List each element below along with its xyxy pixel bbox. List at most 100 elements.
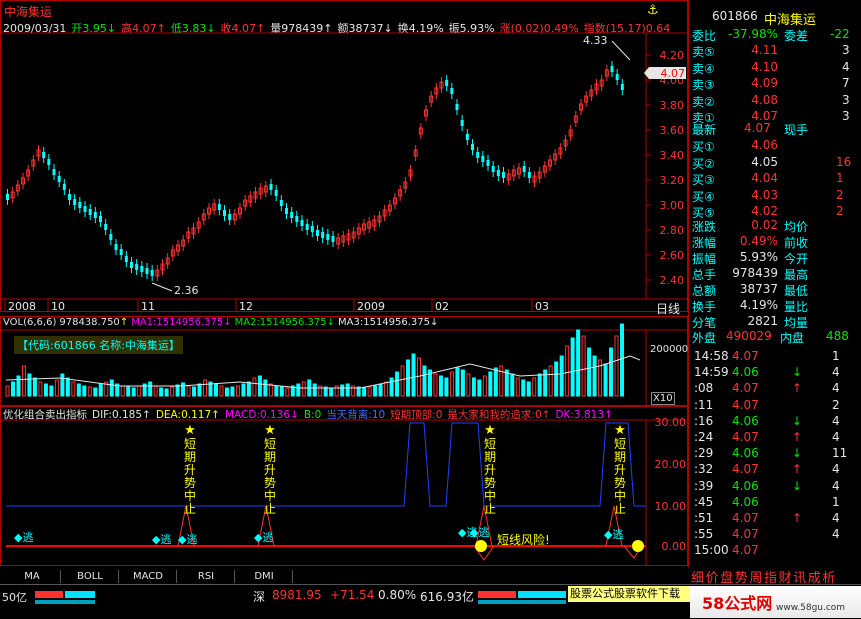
status-index-pct: 0.80%	[378, 588, 417, 602]
tab-boll[interactable]: BOLL	[62, 570, 119, 583]
tick-time: :16	[694, 413, 714, 428]
volume-bar	[395, 371, 400, 397]
indicator-frame	[0, 406, 688, 566]
rp-weicha-label: 委差	[784, 29, 809, 43]
candle-body	[57, 176, 61, 182]
candle-body	[491, 166, 495, 172]
volume-bar	[241, 383, 246, 397]
candle-body	[93, 212, 97, 218]
volume-bar	[285, 387, 290, 397]
signal-text: 期	[184, 450, 196, 464]
volume-bar	[554, 361, 559, 397]
volume-bar	[532, 377, 537, 397]
candle-body	[476, 152, 480, 158]
tick-price: 4.07	[732, 381, 759, 396]
tick-row: 14:59 4.06 ↓ 4	[692, 365, 858, 381]
volume-bar	[301, 381, 306, 397]
ad-banner[interactable]: 股票公式股票软件下载	[568, 586, 690, 602]
candle-body	[274, 190, 278, 196]
buy-volume: 1	[836, 171, 844, 185]
candle-body	[471, 144, 474, 150]
stat-right-label: 最低	[784, 284, 809, 298]
tick-time: 14:58	[694, 349, 729, 363]
volume-bar	[192, 386, 197, 397]
tick-volume: 1	[832, 494, 840, 509]
tick-arrow: ↓	[792, 478, 803, 493]
status-turnover: 616.93亿	[420, 590, 474, 604]
volume-bar	[38, 381, 43, 397]
stat-right-label: 今开	[784, 252, 809, 266]
sell-volume: 4	[842, 59, 850, 74]
candle-body	[119, 249, 123, 255]
tab-macd[interactable]: MACD	[120, 570, 177, 583]
date-axis-label: 12	[239, 300, 253, 312]
indicator-chart[interactable]: 30.0020.0010.000.00★短期升势中止★短期升势中止★短期升势中止…	[0, 406, 688, 566]
volume-bar	[592, 355, 597, 397]
period-label[interactable]: 日线	[656, 300, 680, 317]
tab-rsi[interactable]: RSI	[178, 570, 235, 583]
volume-bar	[460, 369, 465, 397]
kline-chart[interactable]: 4.204.003.803.603.403.203.002.802.602.40…	[0, 0, 688, 312]
status-red-gauge	[35, 591, 63, 598]
low-label: 2.36	[174, 284, 199, 297]
buy-row: 买④ 4.03 2	[692, 188, 858, 204]
volume-bar	[417, 357, 422, 397]
kline-frame	[0, 0, 688, 312]
tick-price: 4.07	[732, 349, 759, 363]
high-label: 4.33	[583, 34, 608, 47]
escape-marker: ◆逃	[604, 528, 623, 541]
tick-time: :45	[694, 494, 714, 509]
volume-chart[interactable]	[0, 316, 688, 406]
signal-star: ★	[184, 423, 196, 438]
sell-price: 4.08	[751, 92, 778, 107]
stat-value: 978439	[732, 266, 778, 280]
price-axis-label: 3.00	[660, 199, 685, 212]
volume-bar	[378, 383, 383, 397]
volume-bar	[603, 363, 608, 397]
sell-volume: 7	[842, 76, 850, 90]
stat-label: 总手	[692, 268, 717, 282]
volume-bar	[367, 386, 372, 397]
volume-bar	[438, 375, 443, 397]
volume-bar	[504, 369, 509, 397]
buy-level-label: 买④	[692, 189, 715, 204]
volume-bar	[384, 381, 389, 397]
candle-body	[455, 104, 459, 110]
volume-bar	[87, 386, 92, 397]
volume-bar	[614, 335, 619, 397]
candle-body	[88, 209, 92, 215]
signal-text: 期	[484, 450, 496, 464]
volume-bar	[296, 383, 301, 397]
volume-bar	[526, 381, 531, 397]
volume-bar	[510, 373, 515, 397]
status-index-value: 8981.95	[272, 588, 322, 602]
rp-code-row: 601866 中海集运	[692, 9, 858, 28]
indicator-blue-line	[6, 422, 646, 507]
signal-text: 止	[264, 502, 276, 516]
stat-value: 38737	[739, 282, 778, 296]
tab-ma[interactable]: MA	[4, 570, 61, 583]
date-axis-label: 10	[51, 300, 65, 312]
high-leader	[611, 40, 631, 61]
sell-level-label: 卖⑤	[692, 45, 715, 59]
candle-body	[300, 220, 304, 226]
signal-star: ★	[264, 423, 276, 438]
buy-level-label: 买①	[692, 140, 715, 154]
tick-volume: 4	[832, 413, 840, 428]
tick-volume: 4	[832, 365, 840, 380]
stat-value: 4.19%	[739, 298, 778, 312]
tick-row: :45 4.06 1	[692, 495, 858, 511]
candle-body	[450, 88, 454, 94]
candle-body	[460, 120, 464, 126]
date-axis-label: 2009	[357, 300, 385, 312]
volume-bar	[120, 385, 125, 397]
volume-bar	[422, 365, 427, 397]
short-term-risk-label: 短线风险!	[497, 532, 550, 547]
signal-text: 升	[614, 463, 626, 477]
tab-dmi[interactable]: DMI	[236, 570, 293, 583]
price-axis-label: 3.40	[660, 149, 685, 162]
candle-body	[114, 244, 118, 250]
volume-bar	[537, 373, 542, 397]
tick-volume: 4	[832, 511, 840, 525]
date-axis-label: 03	[535, 300, 549, 312]
